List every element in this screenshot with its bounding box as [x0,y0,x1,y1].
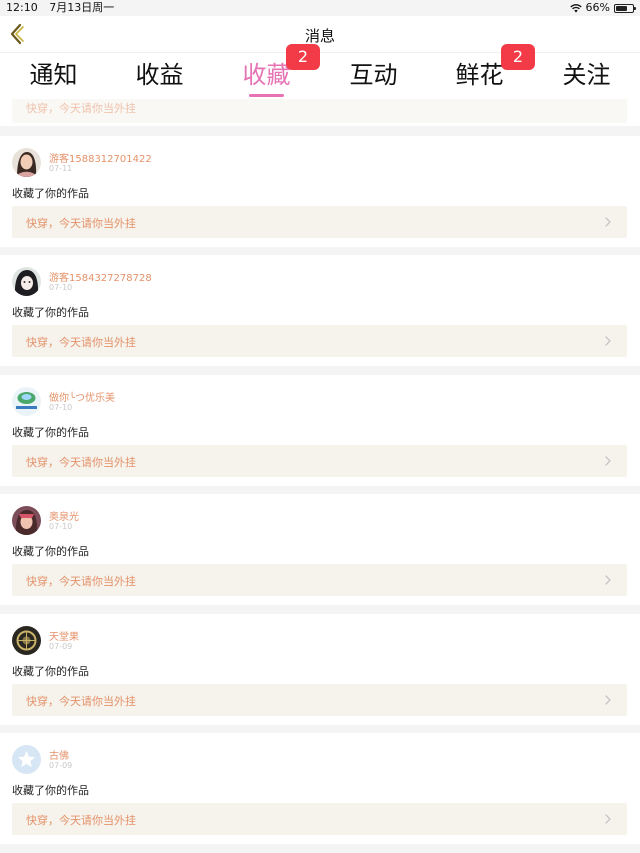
work-link[interactable]: 快穿，今天请你当外挂 [12,564,627,596]
chevron-right-icon [605,336,611,346]
tab-bar: 通知 收益 收藏 2 互动 鲜花 2 关注 [0,44,640,99]
tab-favorites[interactable]: 收藏 2 [213,44,320,99]
avatar[interactable] [12,506,41,535]
list-item: 游客1588312701422 07-11 收藏了你的作品 快穿，今天请你当外挂 [0,136,640,247]
action-text: 收藏了你的作品 [12,784,89,797]
work-link[interactable]: 快穿，今天请你当外挂 [12,206,627,238]
list-item-partial: 快穿，今天请你当外挂 [0,99,640,126]
status-time: 12:10 [6,1,38,14]
chevron-right-icon [605,814,611,824]
tab-flowers[interactable]: 鲜花 2 [426,44,535,99]
work-title: 快穿，今天请你当外挂 [26,102,136,115]
work-title: 快穿，今天请你当外挂 [26,695,136,708]
battery-fill [616,5,627,11]
avatar[interactable] [12,267,41,296]
avatar[interactable] [12,626,41,655]
avatar[interactable] [12,387,41,416]
work-title: 快穿，今天请你当外挂 [26,814,136,827]
chevron-right-icon [605,575,611,585]
list-item: 游客1584327278728 07-10 收藏了你的作品 快穿，今天请你当外挂 [0,255,640,366]
date: 07-11 [49,164,73,173]
chevron-right-icon [605,217,611,227]
tab-label: 鲜花 [455,61,504,89]
username[interactable]: 天堂果 [49,628,79,643]
username[interactable]: 古佛 [49,747,69,762]
username[interactable]: 游客1588312701422 [49,150,152,165]
date: 07-10 [49,283,73,292]
action-text: 收藏了你的作品 [12,187,89,200]
work-title: 快穿，今天请你当外挂 [26,336,136,349]
action-text: 收藏了你的作品 [12,306,89,319]
tab-label: 互动 [349,61,398,89]
date: 07-10 [49,522,73,531]
date: 07-10 [49,403,73,412]
work-link[interactable]: 快穿，今天请你当外挂 [12,99,627,123]
tab-notifications[interactable]: 通知 [0,53,107,99]
action-text: 收藏了你的作品 [12,665,89,678]
work-link[interactable]: 快穿，今天请你当外挂 [12,684,627,716]
status-right: 66% [569,0,636,16]
work-link[interactable]: 快穿，今天请你当外挂 [12,803,627,835]
username[interactable]: 游客1584327278728 [49,269,152,284]
status-date: 7月13日周一 [49,1,115,14]
avatar[interactable] [12,745,41,774]
page-title: 消息 [304,27,335,45]
status-left: 12:10 7月13日周一 [6,0,122,16]
work-title: 快穿，今天请你当外挂 [26,456,136,469]
list-item: 做你╰つ优乐美 07-10 收藏了你的作品 快穿，今天请你当外挂 [0,375,640,486]
date: 07-09 [49,642,73,651]
action-text: 收藏了你的作品 [12,545,89,558]
nav-bar: 消息 [0,16,640,53]
battery-percent: 66% [585,1,610,14]
wifi-icon [569,3,582,12]
tab-label: 收藏 [242,61,291,89]
battery-icon [614,3,636,13]
work-title: 快穿，今天请你当外挂 [26,217,136,230]
work-link[interactable]: 快穿，今天请你当外挂 [12,325,627,357]
list-item: 天堂果 07-09 收藏了你的作品 快穿，今天请你当外挂 [0,614,640,725]
action-text: 收藏了你的作品 [12,426,89,439]
unread-badge: 2 [501,44,535,70]
message-list[interactable]: 快穿，今天请你当外挂 游客1588312701422 07-11 收藏了你的作品… [0,99,640,853]
date: 07-09 [49,761,73,770]
tab-earnings[interactable]: 收益 [106,53,213,99]
tab-following[interactable]: 关注 [533,53,640,99]
username[interactable]: 奥泉光 [49,508,79,523]
active-tab-indicator [249,94,284,97]
username[interactable]: 做你╰つ优乐美 [49,389,115,404]
avatar[interactable] [12,148,41,177]
work-title: 快穿，今天请你当外挂 [26,575,136,588]
list-item: 奥泉光 07-10 收藏了你的作品 快穿，今天请你当外挂 [0,494,640,605]
list-item: 古佛 07-09 收藏了你的作品 快穿，今天请你当外挂 [0,733,640,844]
work-link[interactable]: 快穿，今天请你当外挂 [12,445,627,477]
unread-badge: 2 [286,44,320,70]
chevron-right-icon [605,695,611,705]
tab-label: 关注 [562,61,611,89]
tab-interactions[interactable]: 互动 [320,53,427,99]
tab-label: 收益 [135,61,184,89]
status-bar: 12:10 7月13日周一 66% [0,0,640,16]
tab-label: 通知 [29,61,78,89]
chevron-right-icon [605,456,611,466]
